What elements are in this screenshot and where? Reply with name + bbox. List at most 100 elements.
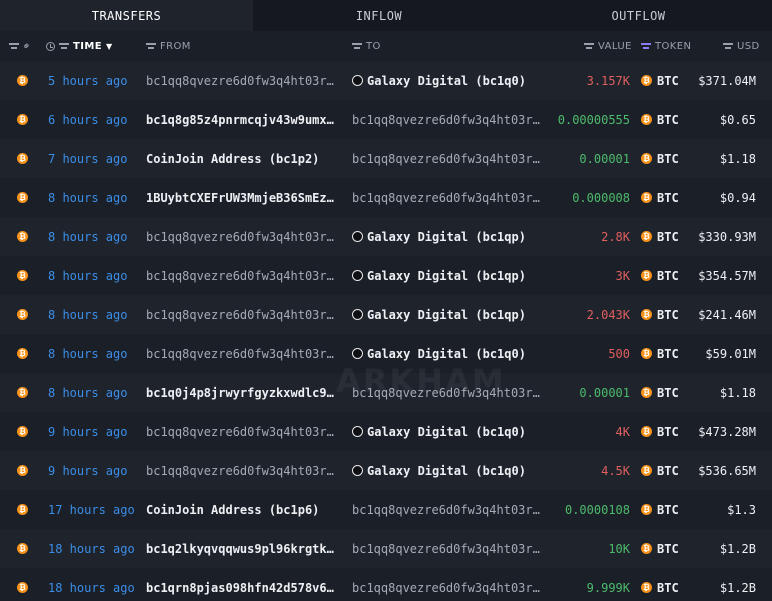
from-address[interactable]: bc1q2lkyqvqqwus9pl96krgtk… bbox=[146, 542, 334, 556]
table-row[interactable]: 5 hours ago bc1qq8qvezre6d0fw3q4ht03r… Gal… bbox=[0, 61, 772, 100]
time-link[interactable]: 17 hours ago bbox=[48, 490, 135, 529]
table-row[interactable]: 17 hours ago CoinJoin Address (bc1p6) bc1q… bbox=[0, 490, 772, 529]
table-row[interactable]: 18 hours ago bc1q2lkyqvqqwus9pl96krgtk… bc… bbox=[0, 529, 772, 568]
token-cell[interactable]: BTC bbox=[641, 334, 679, 373]
bitcoin-icon bbox=[641, 74, 652, 87]
time-link[interactable]: 5 hours ago bbox=[48, 61, 127, 100]
token-cell[interactable]: BTC bbox=[641, 178, 679, 217]
to-address[interactable]: bc1qq8qvezre6d0fw3q4ht03r… bbox=[352, 113, 540, 127]
token-cell[interactable]: BTC bbox=[641, 256, 679, 295]
time-link[interactable]: 18 hours ago bbox=[48, 568, 135, 601]
token-symbol: BTC bbox=[657, 385, 679, 400]
tab-transfers[interactable]: TRANSFERS bbox=[0, 0, 253, 31]
tab-outflow[interactable]: OUTFLOW bbox=[505, 0, 772, 31]
time-link[interactable]: 9 hours ago bbox=[48, 451, 127, 490]
token-cell[interactable]: BTC bbox=[641, 568, 679, 601]
time-link[interactable]: 8 hours ago bbox=[48, 295, 127, 334]
token-cell[interactable]: BTC bbox=[641, 529, 679, 568]
header-token[interactable]: TOKEN bbox=[641, 31, 691, 61]
from-address[interactable]: bc1q8g85z4pnrmcqjv43w9umx… bbox=[146, 113, 334, 127]
table-row[interactable]: 9 hours ago bc1qq8qvezre6d0fw3q4ht03r… Gal… bbox=[0, 451, 772, 490]
time-link[interactable]: 8 hours ago bbox=[48, 373, 127, 412]
to-address[interactable]: bc1qq8qvezre6d0fw3q4ht03r… bbox=[352, 581, 540, 595]
bitcoin-icon bbox=[17, 74, 28, 87]
table-row[interactable]: 8 hours ago bc1qq8qvezre6d0fw3q4ht03r… Gal… bbox=[0, 334, 772, 373]
bitcoin-icon bbox=[17, 308, 28, 321]
filter-active-icon[interactable] bbox=[641, 42, 651, 50]
from-address[interactable]: CoinJoin Address (bc1p2) bbox=[146, 152, 319, 166]
to-cell: bc1qq8qvezre6d0fw3q4ht03r… bbox=[352, 490, 548, 529]
table-row[interactable]: 8 hours ago 1BUybtCXEFrUW3MmjeB36SmEz… bc1… bbox=[0, 178, 772, 217]
filter-icon[interactable] bbox=[9, 42, 19, 50]
to-address[interactable]: bc1qq8qvezre6d0fw3q4ht03r… bbox=[352, 503, 540, 517]
from-address[interactable]: 1BUybtCXEFrUW3MmjeB36SmEz… bbox=[146, 191, 334, 205]
link-icon[interactable]: ⚭ bbox=[20, 39, 34, 53]
from-address[interactable]: bc1qq8qvezre6d0fw3q4ht03r… bbox=[146, 464, 334, 478]
to-address[interactable]: bc1qq8qvezre6d0fw3q4ht03r… bbox=[352, 152, 540, 166]
token-cell[interactable]: BTC bbox=[641, 451, 679, 490]
token-cell[interactable]: BTC bbox=[641, 373, 679, 412]
header-to[interactable]: TO bbox=[352, 31, 381, 61]
filter-icon[interactable] bbox=[584, 42, 594, 50]
filter-icon[interactable] bbox=[146, 42, 156, 50]
to-address[interactable]: bc1qq8qvezre6d0fw3q4ht03r… bbox=[352, 386, 540, 400]
filter-icon[interactable] bbox=[723, 42, 733, 50]
time-link[interactable]: 7 hours ago bbox=[48, 139, 127, 178]
from-address[interactable]: bc1qq8qvezre6d0fw3q4ht03r… bbox=[146, 347, 334, 361]
to-entity-name[interactable]: Galaxy Digital (bc1qp) bbox=[367, 269, 526, 283]
to-address[interactable]: bc1qq8qvezre6d0fw3q4ht03r… bbox=[352, 191, 540, 205]
tab-inflow[interactable]: INFLOW bbox=[253, 0, 505, 31]
time-link[interactable]: 8 hours ago bbox=[48, 217, 127, 256]
to-entity-name[interactable]: Galaxy Digital (bc1q0) bbox=[367, 425, 526, 439]
table-row[interactable]: 18 hours ago bc1qrn8pjas098hfn42d578v6… bc… bbox=[0, 568, 772, 601]
from-address[interactable]: CoinJoin Address (bc1p6) bbox=[146, 503, 319, 517]
from-address[interactable]: bc1qq8qvezre6d0fw3q4ht03r… bbox=[146, 425, 334, 439]
from-address[interactable]: bc1qq8qvezre6d0fw3q4ht03r… bbox=[146, 269, 334, 283]
token-cell[interactable]: BTC bbox=[641, 295, 679, 334]
table-row[interactable]: 9 hours ago bc1qq8qvezre6d0fw3q4ht03r… Gal… bbox=[0, 412, 772, 451]
filter-icon[interactable] bbox=[59, 42, 69, 50]
to-entity-name[interactable]: Galaxy Digital (bc1q0) bbox=[367, 464, 526, 478]
table-row[interactable]: 8 hours ago bc1qq8qvezre6d0fw3q4ht03r… Gal… bbox=[0, 295, 772, 334]
to-address[interactable]: bc1qq8qvezre6d0fw3q4ht03r… bbox=[352, 542, 540, 556]
header-time[interactable]: TIME ▼ bbox=[46, 31, 113, 61]
filter-icon[interactable] bbox=[352, 42, 362, 50]
time-link[interactable]: 8 hours ago bbox=[48, 256, 127, 295]
time-link[interactable]: 8 hours ago bbox=[48, 178, 127, 217]
table-row[interactable]: 6 hours ago bc1q8g85z4pnrmcqjv43w9umx… bc1… bbox=[0, 100, 772, 139]
bitcoin-icon bbox=[17, 269, 28, 282]
token-cell[interactable]: BTC bbox=[641, 139, 679, 178]
token-cell[interactable]: BTC bbox=[641, 61, 679, 100]
chain-icon-cell bbox=[17, 178, 28, 217]
table-row[interactable]: 8 hours ago bc1q0j4p8jrwyrfgyzkxwdlc9… bc1… bbox=[0, 373, 772, 412]
bitcoin-icon bbox=[17, 542, 28, 555]
time-link[interactable]: 9 hours ago bbox=[48, 412, 127, 451]
from-address[interactable]: bc1qq8qvezre6d0fw3q4ht03r… bbox=[146, 308, 334, 322]
from-address[interactable]: bc1q0j4p8jrwyrfgyzkxwdlc9… bbox=[146, 386, 334, 400]
token-cell[interactable]: BTC bbox=[641, 217, 679, 256]
from-address[interactable]: bc1qrn8pjas098hfn42d578v6… bbox=[146, 581, 334, 595]
token-cell[interactable]: BTC bbox=[641, 490, 679, 529]
from-address[interactable]: bc1qq8qvezre6d0fw3q4ht03r… bbox=[146, 74, 334, 88]
header-value[interactable]: VALUE bbox=[584, 31, 632, 61]
sort-desc-icon[interactable]: ▼ bbox=[106, 42, 113, 51]
token-symbol: BTC bbox=[657, 580, 679, 595]
to-cell: bc1qq8qvezre6d0fw3q4ht03r… bbox=[352, 529, 548, 568]
header-from-label: FROM bbox=[160, 40, 191, 52]
table-row[interactable]: 8 hours ago bc1qq8qvezre6d0fw3q4ht03r… Gal… bbox=[0, 256, 772, 295]
token-cell[interactable]: BTC bbox=[641, 412, 679, 451]
table-row[interactable]: 8 hours ago bc1qq8qvezre6d0fw3q4ht03r… Gal… bbox=[0, 217, 772, 256]
header-from[interactable]: FROM bbox=[146, 31, 191, 61]
to-entity-name[interactable]: Galaxy Digital (bc1qp) bbox=[367, 308, 526, 322]
table-row[interactable]: 7 hours ago CoinJoin Address (bc1p2) bc1qq… bbox=[0, 139, 772, 178]
from-address[interactable]: bc1qq8qvezre6d0fw3q4ht03r… bbox=[146, 230, 334, 244]
time-link[interactable]: 6 hours ago bbox=[48, 100, 127, 139]
time-link[interactable]: 18 hours ago bbox=[48, 529, 135, 568]
header-usd[interactable]: USD bbox=[723, 31, 760, 61]
time-link[interactable]: 8 hours ago bbox=[48, 334, 127, 373]
token-symbol: BTC bbox=[657, 73, 679, 88]
to-entity-name[interactable]: Galaxy Digital (bc1qp) bbox=[367, 230, 526, 244]
to-entity-name[interactable]: Galaxy Digital (bc1q0) bbox=[367, 347, 526, 361]
token-cell[interactable]: BTC bbox=[641, 100, 679, 139]
to-entity-name[interactable]: Galaxy Digital (bc1q0) bbox=[367, 74, 526, 88]
